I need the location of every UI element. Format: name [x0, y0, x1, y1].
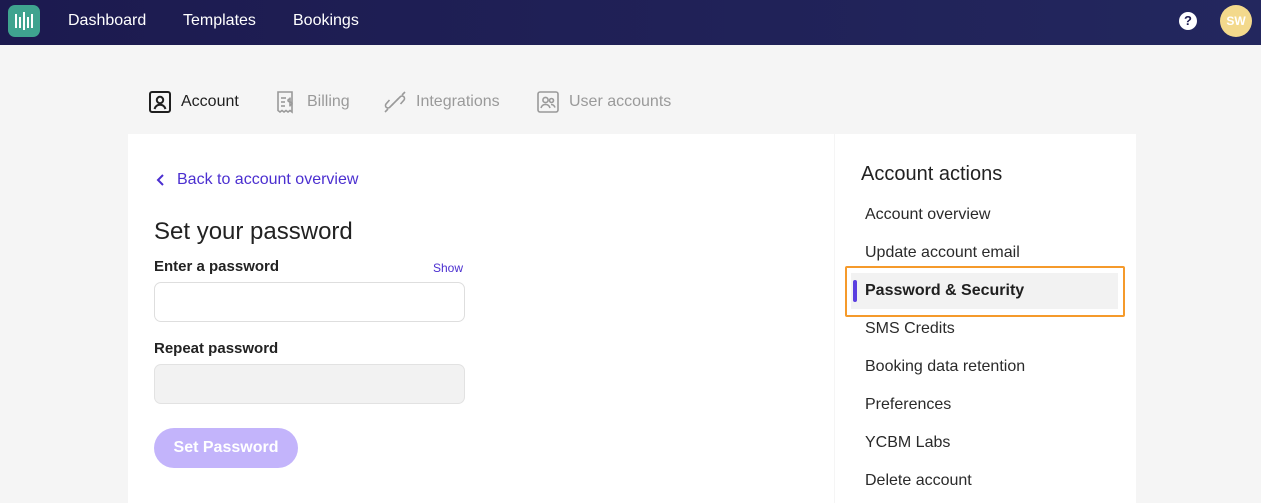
user-accounts-icon [535, 89, 561, 115]
integrations-icon [382, 89, 408, 115]
password-input[interactable] [154, 282, 465, 322]
billing-icon [273, 89, 299, 115]
account-actions-heading: Account actions [861, 163, 1003, 185]
sidebar-item-update-email[interactable]: Update account email [865, 244, 1020, 262]
nav-templates[interactable]: Templates [183, 12, 256, 30]
tab-user-accounts-label: User accounts [569, 93, 672, 110]
back-to-overview-link[interactable]: Back to account overview [154, 171, 358, 189]
help-icon[interactable]: ? [1179, 12, 1197, 30]
show-password-toggle[interactable]: Show [433, 261, 463, 275]
page-title: Set your password [154, 218, 353, 245]
highlight-box [845, 266, 1125, 317]
nav-dashboard[interactable]: Dashboard [68, 12, 146, 30]
sidebar-item-booking-data-retention[interactable]: Booking data retention [865, 358, 1025, 376]
top-navigation-bar: Dashboard Templates Bookings ? SW [0, 0, 1261, 45]
password-label: Enter a password [154, 258, 280, 275]
nav-bookings[interactable]: Bookings [293, 12, 359, 30]
set-password-button[interactable]: Set Password [154, 428, 298, 468]
app-logo-icon[interactable] [8, 5, 40, 37]
chevron-left-icon [156, 174, 164, 186]
sidebar-item-preferences[interactable]: Preferences [865, 396, 951, 414]
tab-integrations-label: Integrations [416, 93, 500, 110]
tab-user-accounts[interactable]: User accounts [535, 89, 671, 115]
repeat-password-input[interactable] [154, 364, 465, 404]
sidebar-item-account-overview[interactable]: Account overview [865, 206, 990, 224]
back-link-label: Back to account overview [177, 171, 359, 188]
account-icon [147, 89, 173, 115]
sidebar-item-delete-account[interactable]: Delete account [865, 472, 972, 490]
sidebar-item-sms-credits[interactable]: SMS Credits [865, 320, 955, 338]
tab-billing[interactable]: Billing [273, 89, 350, 115]
tab-billing-label: Billing [307, 93, 350, 110]
user-avatar[interactable]: SW [1220, 5, 1252, 37]
tab-account-label: Account [181, 93, 239, 110]
repeat-password-label: Repeat password [154, 340, 279, 357]
tab-integrations[interactable]: Integrations [382, 89, 500, 115]
sidebar-item-ycbm-labs[interactable]: YCBM Labs [865, 434, 950, 452]
tab-account[interactable]: Account [147, 89, 239, 115]
